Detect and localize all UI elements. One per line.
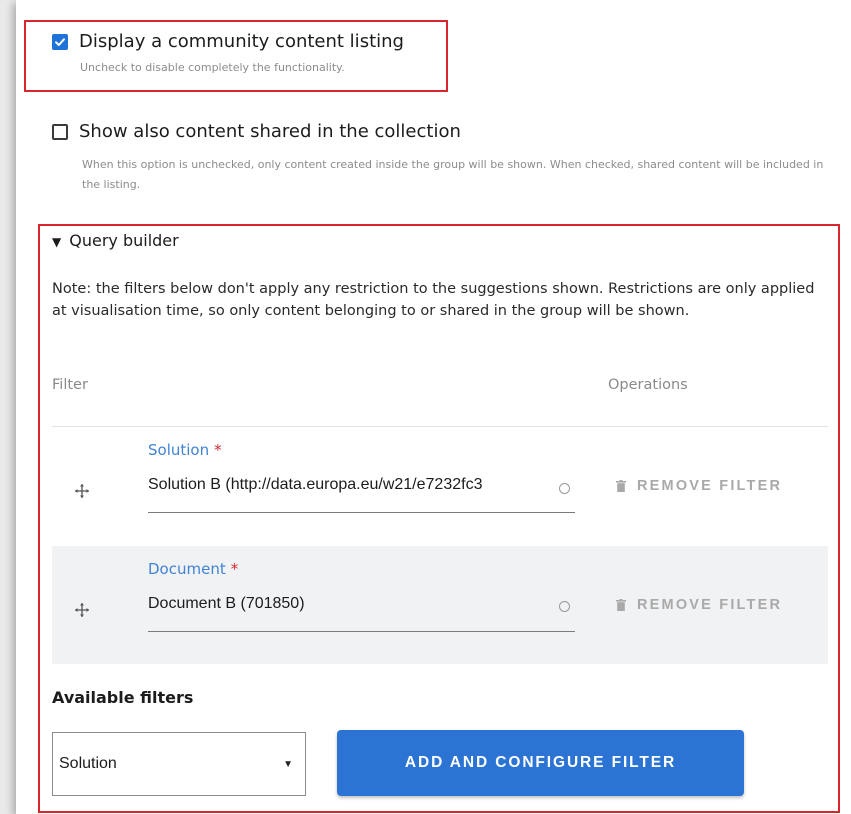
triangle-down-icon: ▼ <box>52 235 62 249</box>
add-configure-filter-button[interactable]: ADD AND CONFIGURE FILTER <box>337 730 744 796</box>
solution-input[interactable]: Solution B (http://data.europa.eu/w21/e7… <box>148 476 575 494</box>
table-row: Solution * Solution B (http://data.europa… <box>52 427 828 545</box>
community-listing-checkbox[interactable] <box>52 33 68 50</box>
checkmark-icon <box>55 37 65 46</box>
shared-content-label: Show also content shared in the collecti… <box>79 121 461 142</box>
circle-spinner-icon <box>559 601 570 612</box>
shared-content-help: When this option is unchecked, only cont… <box>82 158 824 191</box>
column-header-filter: Filter <box>52 377 88 393</box>
solution-field-label: Solution * <box>148 441 222 459</box>
required-mark: * <box>214 441 222 459</box>
move-arrows-icon[interactable] <box>74 602 90 618</box>
query-builder-note: Note: the filters below don't apply any … <box>52 281 815 319</box>
community-listing-help: Uncheck to disable completely the functi… <box>80 61 345 74</box>
filter-type-select[interactable]: Solution ▼ <box>52 732 306 796</box>
document-field-label: Document * <box>148 560 239 578</box>
column-header-operations: Operations <box>608 377 688 393</box>
circle-spinner-icon <box>559 483 570 494</box>
document-input[interactable]: Document B (701850) <box>148 595 575 613</box>
filter-type-selected: Solution <box>59 755 117 772</box>
available-filters-label: Available filters <box>52 688 194 707</box>
query-builder-summary[interactable]: ▼ Query builder <box>52 231 179 250</box>
trash-icon <box>616 480 626 492</box>
shared-content-checkbox[interactable] <box>52 123 68 140</box>
remove-filter-button[interactable]: REMOVE FILTER <box>616 478 782 494</box>
shared-content-option[interactable]: Show also content shared in the collecti… <box>52 121 461 142</box>
trash-icon <box>616 599 626 611</box>
community-listing-option[interactable]: Display a community content listing <box>52 31 404 52</box>
query-builder-title: Query builder <box>69 231 179 250</box>
community-listing-label: Display a community content listing <box>79 31 404 52</box>
table-row: Document * Document B (701850) REMOVE FIL… <box>52 546 828 664</box>
remove-filter-button[interactable]: REMOVE FILTER <box>616 597 782 613</box>
required-mark: * <box>230 560 239 578</box>
solution-input-underline <box>148 512 575 513</box>
remove-filter-label: REMOVE FILTER <box>637 478 783 494</box>
caret-down-icon: ▼ <box>283 758 293 770</box>
remove-filter-label: REMOVE FILTER <box>637 597 783 613</box>
document-input-underline <box>148 631 575 632</box>
move-arrows-icon[interactable] <box>74 483 90 499</box>
